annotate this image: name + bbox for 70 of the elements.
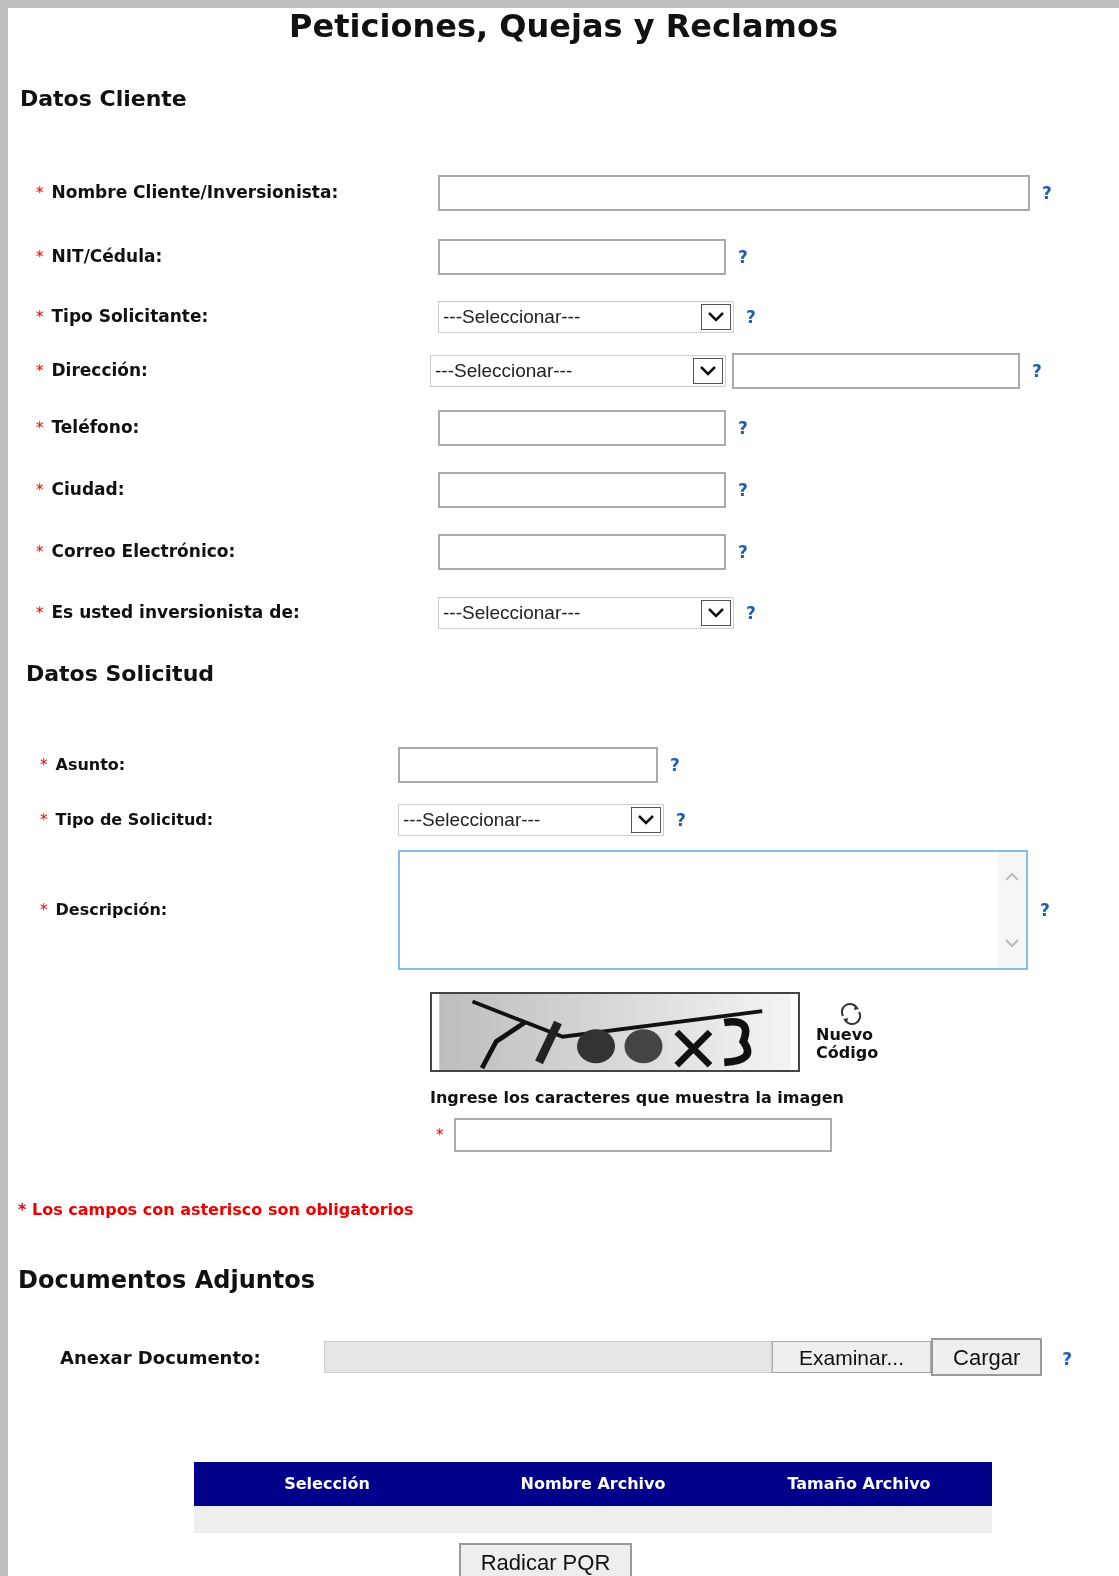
new-code-link[interactable]: Nuevo Código [816, 1026, 886, 1062]
help-icon[interactable]: ? [676, 811, 686, 829]
column-header: Tamaño Archivo [786, 1473, 932, 1495]
upload-button[interactable]: Cargar [931, 1338, 1043, 1376]
file-field[interactable] [324, 1341, 772, 1373]
help-icon[interactable]: ? [670, 756, 680, 774]
field-label: Teléfono: [51, 416, 140, 440]
text-field[interactable] [438, 472, 726, 508]
dropdown[interactable]: ---Seleccionar--- [438, 597, 734, 629]
required-note: * Los campos con asterisco son obligatorios [18, 1199, 415, 1221]
scroll-up-icon [1004, 872, 1020, 882]
text-field[interactable] [732, 353, 1020, 389]
captcha-field[interactable] [453, 1118, 832, 1152]
field-label: Anexar Documento: [60, 1345, 262, 1370]
help-icon[interactable]: ? [738, 419, 748, 437]
chevron-icon [701, 600, 731, 626]
page-title: Peticiones, Quejas y Reclamos [289, 8, 838, 47]
help-icon[interactable]: ? [746, 604, 756, 622]
browse-button[interactable]: Examinar... [772, 1341, 932, 1373]
help-icon[interactable]: ? [746, 308, 756, 326]
text-field[interactable] [438, 239, 726, 275]
required-asterisk: * [36, 479, 44, 501]
scroll-down-icon [1004, 938, 1020, 948]
required-asterisk: * [36, 306, 44, 328]
text-field[interactable] [398, 747, 658, 783]
field-label: Nombre Cliente/Inversionista: [51, 181, 339, 205]
required-asterisk: * [36, 246, 44, 268]
dropdown[interactable]: ---Seleccionar--- [438, 301, 734, 333]
section-heading: Datos Cliente [20, 85, 188, 113]
help-icon[interactable]: ? [738, 543, 748, 561]
required-asterisk: * [40, 899, 48, 921]
field-label: Descripción: [55, 899, 168, 921]
column-header: Selección [283, 1473, 371, 1495]
field-label: Correo Electrónico: [51, 540, 236, 564]
help-icon[interactable]: ? [1040, 901, 1050, 919]
text-field[interactable] [438, 410, 726, 446]
required-asterisk: * [36, 541, 44, 563]
help-icon[interactable]: ? [1062, 1349, 1073, 1369]
text-field[interactable] [438, 534, 726, 570]
required-asterisk: * [436, 1124, 444, 1146]
help-icon[interactable]: ? [1032, 362, 1042, 380]
required-asterisk: * [36, 417, 44, 439]
help-icon[interactable]: ? [1042, 184, 1052, 202]
section-heading: Datos Solicitud [26, 660, 216, 688]
required-asterisk: * [36, 602, 44, 624]
dropdown[interactable]: ---Seleccionar--- [430, 355, 726, 387]
required-asterisk: * [40, 754, 48, 776]
required-asterisk: * [36, 360, 44, 382]
column-header: Nombre Archivo [519, 1473, 667, 1495]
section-heading: Documentos Adjuntos [18, 1265, 317, 1296]
help-icon[interactable]: ? [738, 248, 748, 266]
dropdown[interactable]: ---Seleccionar--- [398, 804, 664, 836]
chevron-icon [701, 304, 731, 330]
help-icon[interactable]: ? [738, 481, 748, 499]
required-asterisk: * [40, 809, 48, 831]
captcha-instruction: Ingrese los caracteres que muestra la imagen [430, 1087, 845, 1109]
description-textarea[interactable] [398, 850, 1028, 970]
field-label: NIT/Cédula: [51, 245, 163, 269]
chevron-icon [631, 807, 661, 833]
field-label: Es usted inversionista de: [51, 601, 300, 625]
field-label: Tipo de Solicitud: [55, 809, 214, 831]
field-label: Dirección: [51, 359, 148, 383]
required-asterisk: * [36, 182, 44, 204]
field-label: Ciudad: [51, 478, 125, 502]
field-label: Asunto: [55, 754, 126, 776]
submit-button[interactable]: Radicar PQR [458, 1543, 633, 1576]
refresh-icon[interactable] [838, 1002, 864, 1026]
text-field[interactable] [438, 175, 1030, 211]
chevron-icon [693, 358, 723, 384]
field-label: Tipo Solicitante: [51, 305, 209, 329]
